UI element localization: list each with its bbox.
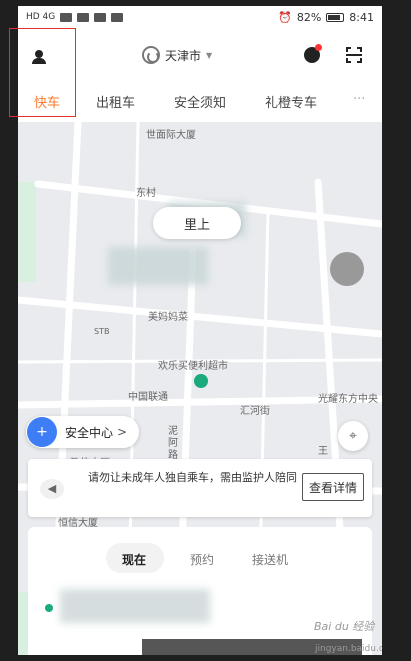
profile-icon[interactable] <box>32 50 46 64</box>
mode-now[interactable]: 现在 <box>122 551 146 568</box>
signal-icon <box>60 12 73 22</box>
safety-center-button[interactable]: + 安全中心 > <box>26 416 139 448</box>
wifi-icon <box>77 12 90 22</box>
nfc-icon <box>94 12 107 22</box>
status-bar: HD 4G ⏰ 82% 8:41 <box>18 6 382 28</box>
poi-label: 欢乐买便利超市 <box>158 361 228 372</box>
battery-icon <box>326 12 345 22</box>
mode-airport[interactable]: 接送机 <box>252 551 288 568</box>
poi-label: STB <box>94 327 110 336</box>
tab-express[interactable]: 快车 <box>34 92 60 111</box>
alarm-icon: ⏰ <box>278 10 292 24</box>
pickup-pin-icon <box>194 374 208 388</box>
locate-icon: ⌖ <box>349 428 357 444</box>
locate-button[interactable]: ⌖ <box>338 421 368 451</box>
booking-panel: 现在 预约 接送机 <box>28 527 372 655</box>
shield-icon: + <box>27 417 57 447</box>
battery-text: 82% <box>296 10 322 24</box>
blurred-origin <box>60 589 210 623</box>
didi-logo-icon <box>142 46 160 64</box>
scan-icon[interactable] <box>346 47 362 63</box>
pickup-bubble[interactable]: 里上 <box>153 207 241 239</box>
poi-label: 王 <box>318 446 328 457</box>
poi-label: 东村 <box>136 188 156 199</box>
network-label: HD 4G <box>26 12 56 22</box>
poi-label: 世面际大厦 <box>146 130 196 141</box>
clock: 8:41 <box>349 10 374 24</box>
caret-down-icon: ▼ <box>206 50 213 60</box>
more-tabs[interactable]: ··· <box>353 92 365 107</box>
origin-dot-icon <box>45 604 53 612</box>
mode-reserve[interactable]: 预约 <box>190 551 214 568</box>
message-icon[interactable] <box>304 44 322 63</box>
tab-premier[interactable]: 礼橙专车 <box>265 92 317 111</box>
service-tabs: 快车 出租车 安全须知 礼橙专车 ··· <box>18 84 382 122</box>
user-avatar[interactable] <box>330 252 364 286</box>
chevron-right-icon: > <box>117 425 128 439</box>
phone-screen: HD 4G ⏰ 82% 8:41 天津市 ▼ 快车 出租车 安全须知 礼橙专车 … <box>18 6 382 655</box>
notification-icon <box>111 12 124 22</box>
top-bar: 天津市 ▼ <box>18 28 382 84</box>
tab-safety-notes[interactable]: 安全须知 <box>174 92 226 111</box>
city-name: 天津市 <box>165 48 202 63</box>
safety-notice: ◀ 请勿让未成年人独自乘车，需由监护人陪同 查看详情 <box>28 459 372 517</box>
notice-text: 请勿让未成年人独自乘车，需由监护人陪同 <box>88 471 297 484</box>
view-details-button[interactable]: 查看详情 <box>302 473 364 501</box>
poi-label: 光耀东方中央 <box>318 394 378 405</box>
blurred-region <box>108 247 208 285</box>
safety-center-label: 安全中心 <box>65 425 114 440</box>
poi-label: 美妈妈菜 <box>148 312 188 323</box>
pickup-bubble-text: 里上 <box>183 217 210 233</box>
megaphone-icon: ◀ <box>40 479 64 499</box>
watermark-url: jingyan.baidu.com <box>315 644 382 654</box>
poi-label: 中国联通 <box>128 392 168 403</box>
watermark-logo: Bai du 经验 <box>314 620 375 633</box>
tab-taxi[interactable]: 出租车 <box>96 92 135 111</box>
poi-label: 汇河街 <box>240 406 270 417</box>
city-selector[interactable]: 天津市 ▼ <box>142 46 212 64</box>
